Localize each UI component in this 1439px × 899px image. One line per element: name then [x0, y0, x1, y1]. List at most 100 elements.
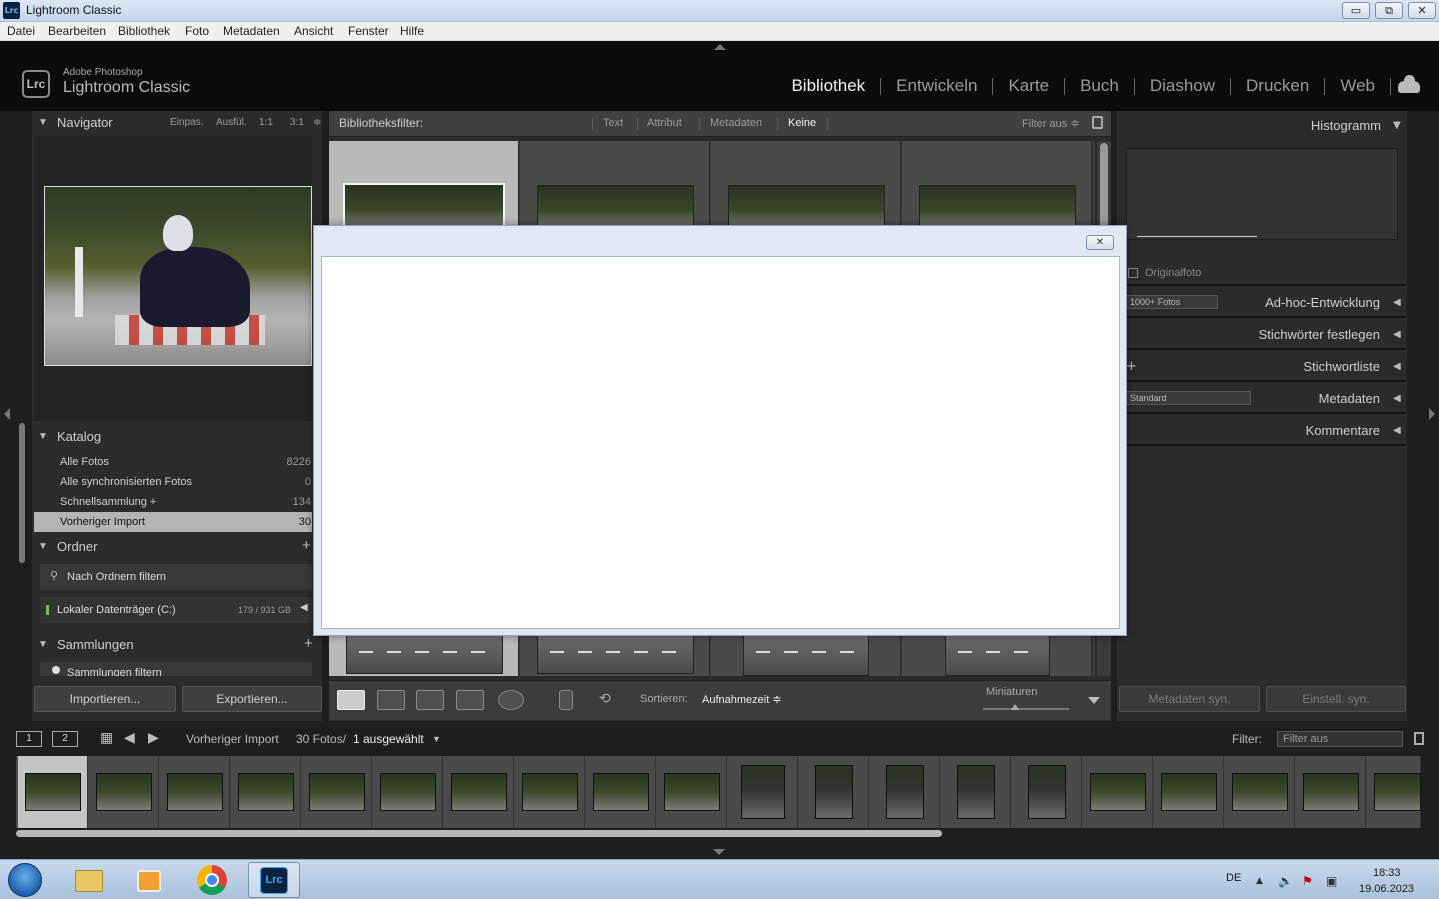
chrome-taskbar-icon[interactable]: [186, 862, 238, 898]
grid-mode-icon[interactable]: ▦: [100, 729, 113, 746]
bottom-panel-toggle-icon[interactable]: [713, 849, 725, 855]
clock-time[interactable]: 18:33: [1373, 867, 1401, 879]
expand-triangle-icon[interactable]: ◀: [1393, 297, 1401, 308]
top-panel-toggle-icon[interactable]: [714, 44, 726, 50]
grid-view-icon[interactable]: [337, 690, 365, 710]
lightroom-taskbar-icon[interactable]: Lrc: [248, 862, 300, 898]
quick-develop-header[interactable]: Ad-hoc-Entwicklung: [1265, 295, 1380, 310]
keyword-list-header[interactable]: Stichwortliste: [1303, 359, 1380, 374]
lock-icon[interactable]: [1092, 116, 1103, 129]
action-center-icon[interactable]: ▣: [1326, 874, 1337, 888]
filmstrip-cell[interactable]: [444, 756, 514, 828]
painter-spray-icon[interactable]: [559, 690, 573, 710]
menu-bearbeiten[interactable]: Bearbeiten: [48, 24, 106, 38]
original-photo-checkbox[interactable]: [1128, 268, 1138, 278]
add-folder-icon[interactable]: +: [302, 537, 311, 554]
module-bibliothek[interactable]: Bibliothek: [776, 76, 880, 96]
compare-view-icon[interactable]: [416, 690, 444, 710]
loupe-view-icon[interactable]: [377, 690, 405, 710]
thumbnail-size-slider[interactable]: [983, 708, 1069, 710]
menu-ansicht[interactable]: Ansicht: [294, 24, 333, 38]
filmstrip-cell[interactable]: [941, 756, 1011, 828]
comments-header[interactable]: Kommentare: [1306, 423, 1380, 438]
module-entwickeln[interactable]: Entwickeln: [881, 76, 992, 96]
filmstrip-cell[interactable]: [586, 756, 656, 828]
filmstrip-cell[interactable]: [231, 756, 301, 828]
filter-preset-select[interactable]: Filter aus ≑: [1022, 117, 1080, 130]
filmstrip-cell[interactable]: [1367, 756, 1421, 828]
expand-triangle-icon[interactable]: ◀: [1393, 329, 1401, 340]
back-arrow-icon[interactable]: ◀: [124, 729, 135, 746]
tray-expand-icon[interactable]: ▲: [1256, 876, 1263, 886]
filmstrip-cell[interactable]: [373, 756, 443, 828]
grid-thumbnail[interactable]: [537, 185, 694, 227]
grid-thumbnail[interactable]: [343, 183, 505, 227]
nav-fit[interactable]: Einpas.: [170, 117, 203, 128]
filmstrip-cell[interactable]: [1154, 756, 1224, 828]
close-button[interactable]: ✕: [1408, 2, 1436, 19]
catalog-header[interactable]: ▼ Katalog: [32, 425, 322, 449]
filmstrip-cell[interactable]: [870, 756, 940, 828]
left-panel-scrollbar[interactable]: [19, 423, 25, 563]
expand-triangle-icon[interactable]: ◀: [1393, 425, 1401, 436]
filmstrip-cell[interactable]: [1083, 756, 1153, 828]
sync-metadata-button[interactable]: Metadaten syn.: [1119, 686, 1260, 712]
nav-fill[interactable]: Ausfül.: [216, 117, 247, 128]
right-panel-toggle-icon[interactable]: [1429, 408, 1435, 420]
dialog-close-button[interactable]: ✕: [1086, 235, 1114, 250]
menu-metadaten[interactable]: Metadaten: [223, 24, 280, 38]
filter-tab-attribute[interactable]: Attribut: [647, 117, 682, 129]
nav-1-1[interactable]: 1:1: [259, 117, 273, 128]
explorer-taskbar-icon[interactable]: [63, 862, 115, 898]
nav-zoom-stepper-icon[interactable]: ≑: [313, 117, 321, 128]
filter-lock-icon[interactable]: [1414, 732, 1424, 745]
menu-foto[interactable]: Foto: [185, 24, 209, 38]
people-view-icon[interactable]: [498, 690, 524, 710]
filmstrip-cell[interactable]: [799, 756, 869, 828]
grid-thumbnail[interactable]: [945, 632, 1050, 676]
main-window-button[interactable]: 1: [16, 731, 42, 747]
import-button[interactable]: Importieren...: [34, 686, 176, 712]
media-player-taskbar-icon[interactable]: [123, 862, 175, 898]
sync-settings-button[interactable]: Einstell. syn.: [1266, 686, 1406, 712]
add-keyword-icon[interactable]: +: [1126, 359, 1137, 374]
language-indicator[interactable]: DE: [1226, 872, 1241, 884]
module-web[interactable]: Web: [1325, 76, 1390, 96]
nav-3-1[interactable]: 3:1: [290, 117, 304, 128]
filmstrip-source[interactable]: Vorheriger Import: [186, 732, 279, 746]
metadata-preset-select[interactable]: Standard: [1126, 391, 1251, 405]
network-error-icon[interactable]: ⚑: [1302, 874, 1313, 888]
catalog-item[interactable]: Alle Fotos 8226: [34, 452, 312, 472]
filmstrip-cell[interactable]: [302, 756, 372, 828]
sort-select[interactable]: Aufnahmezeit ≑: [702, 693, 782, 706]
filter-tab-text[interactable]: Text: [603, 117, 623, 129]
catalog-item[interactable]: Alle synchronisierten Fotos 0: [34, 472, 312, 492]
filmstrip-cell[interactable]: [160, 756, 230, 828]
secondary-window-button[interactable]: 2: [52, 731, 78, 747]
toolbar-menu-icon[interactable]: [1088, 697, 1100, 704]
filmstrip-cell[interactable]: [657, 756, 727, 828]
volume-icon[interactable]: 🔈: [1278, 874, 1293, 888]
filmstrip-scrollbar[interactable]: [16, 830, 942, 837]
filmstrip-cell[interactable]: [1012, 756, 1082, 828]
cloud-icon[interactable]: [1398, 75, 1420, 93]
folder-filter-input[interactable]: ⚲ Nach Ordnern filtern: [40, 564, 312, 590]
histogram-header[interactable]: Histogramm: [1311, 118, 1381, 133]
survey-view-icon[interactable]: [456, 690, 484, 710]
clock-date[interactable]: 19.06.2023: [1359, 883, 1414, 895]
grid-thumbnail[interactable]: [346, 632, 503, 674]
menu-hilfe[interactable]: Hilfe: [400, 24, 424, 38]
menu-datei[interactable]: Datei: [7, 24, 35, 38]
filmstrip-cell[interactable]: [728, 756, 798, 828]
filmstrip-cell[interactable]: [515, 756, 585, 828]
filter-tab-none[interactable]: Keine: [788, 117, 816, 129]
collection-filter-input[interactable]: Sammlungen filtern: [40, 662, 312, 676]
slider-thumb-icon[interactable]: [1011, 704, 1019, 710]
minimize-button[interactable]: ▭: [1342, 2, 1370, 19]
grid-thumbnail[interactable]: [743, 632, 869, 676]
menu-fenster[interactable]: Fenster: [348, 24, 389, 38]
forward-arrow-icon[interactable]: ▶: [148, 729, 159, 746]
volume-row[interactable]: Lokaler Datenträger (C:) 179 / 931 GB ◀: [40, 597, 312, 623]
add-collection-icon[interactable]: +: [304, 635, 313, 652]
expand-triangle-icon[interactable]: ◀: [300, 602, 308, 613]
